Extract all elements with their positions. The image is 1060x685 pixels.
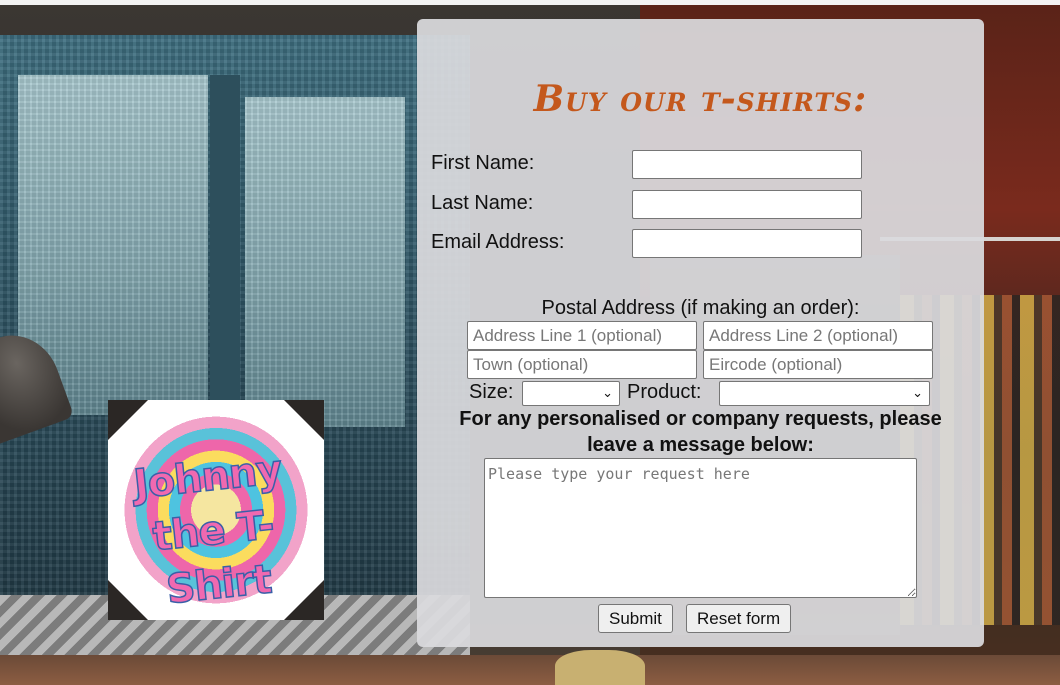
product-select[interactable]: ⌄ [719, 381, 930, 406]
window-frame [210, 75, 240, 435]
page: Johnny the T-Shirt Guy Buy our t-shirts:… [0, 0, 1060, 685]
painting-corner [284, 400, 324, 440]
address-line1-input[interactable] [467, 321, 697, 350]
email-input[interactable] [632, 229, 862, 258]
window-pane-right [245, 97, 405, 427]
first-name-label: First Name: [431, 152, 535, 174]
floor [0, 655, 1060, 685]
submit-button[interactable]: Submit [598, 604, 673, 633]
eircode-input[interactable] [703, 350, 933, 379]
address-line2-input[interactable] [703, 321, 933, 350]
town-input[interactable] [467, 350, 697, 379]
last-name-input[interactable] [632, 190, 862, 219]
stool [555, 650, 645, 685]
message-heading: For any personalised or company requests… [459, 408, 942, 456]
size-label: Size: [469, 381, 514, 403]
postal-address-heading: Postal Address (if making an order): [541, 297, 860, 319]
reset-form-button[interactable]: Reset form [686, 604, 792, 633]
last-name-label: Last Name: [431, 192, 534, 214]
size-select[interactable]: ⌄ [522, 381, 620, 406]
form-title: Buy our t-shirts: [533, 78, 868, 120]
chevron-down-icon: ⌄ [602, 386, 613, 401]
logo-painting: Johnny the T-Shirt Guy [108, 400, 324, 620]
order-form: Buy our t-shirts: First Name: Last Name:… [417, 19, 984, 647]
product-label: Product: [627, 381, 702, 403]
first-name-input[interactable] [632, 150, 862, 179]
chevron-down-icon: ⌄ [912, 386, 923, 401]
email-label: Email Address: [431, 231, 565, 253]
painting-logo-text: Johnny the T-Shirt Guy [131, 446, 284, 620]
message-textarea[interactable] [484, 458, 917, 598]
